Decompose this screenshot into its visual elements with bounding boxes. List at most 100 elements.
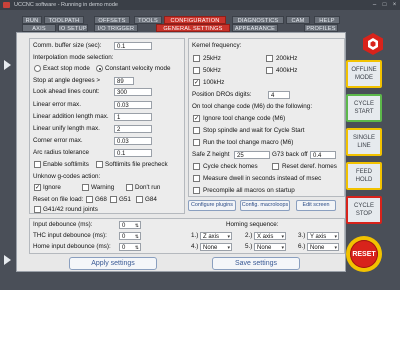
minimize-icon[interactable]: – — [370, 2, 379, 8]
feed-hold-button[interactable]: FEED HOLD — [346, 162, 382, 190]
expand-arrow-icon[interactable] — [4, 60, 11, 70]
configure-plugins-button[interactable]: Configure plugins — [188, 200, 236, 211]
run-macro-checkbox[interactable] — [193, 139, 200, 146]
const-velocity-label: Constant velocity mode — [105, 65, 171, 72]
linear-error-input[interactable]: 0.03 — [114, 101, 152, 109]
apply-settings-button[interactable]: Apply settings — [69, 257, 157, 270]
tab-offsets[interactable]: OFFSETS — [94, 16, 130, 24]
edit-screen-button[interactable]: Edit screen — [296, 200, 336, 211]
arc-tolerance-label: Arc radius tolerance — [33, 149, 89, 156]
home-debounce-stepper[interactable]: 0 ⇅ — [119, 243, 141, 251]
tab-io-trigger[interactable]: I/O TRIGGER — [94, 24, 138, 32]
homing-step-6-value: None — [310, 245, 325, 251]
homing-step-5-select[interactable]: None ▾ — [254, 243, 286, 251]
tab-appearance[interactable]: APPEARANCE — [232, 24, 278, 32]
safe-z-input[interactable]: 25 — [234, 151, 270, 159]
tab-cam[interactable]: CAM — [286, 16, 310, 24]
exact-stop-radio[interactable] — [34, 65, 41, 72]
dont-run-checkbox[interactable] — [126, 184, 133, 191]
single-line-button[interactable]: SINGLE LINE — [346, 128, 382, 156]
tab-io-setup[interactable]: IO SETUP — [58, 24, 88, 32]
g68-label: G68 — [95, 196, 107, 203]
maximize-icon[interactable]: □ — [380, 2, 389, 8]
arc-tolerance-input[interactable]: 0.1 — [114, 149, 152, 157]
input-debounce-stepper[interactable]: 0 ⇅ — [119, 221, 141, 229]
homing-step-4-label: 4.) — [191, 243, 199, 250]
tab-run[interactable]: RUN — [22, 16, 42, 24]
homing-step-1-select[interactable]: Z axis ▾ — [200, 232, 232, 240]
homing-step-2-select[interactable]: X axis ▾ — [254, 232, 286, 240]
homing-step-4-value: None — [203, 245, 218, 251]
chevron-down-icon: ▾ — [227, 245, 230, 251]
spinner-icon: ⇅ — [134, 234, 139, 240]
homing-step-4-select[interactable]: None ▾ — [200, 243, 232, 251]
tab-toolpath[interactable]: TOOLPATH — [44, 16, 84, 24]
tab-tools[interactable]: TOOLS — [134, 16, 162, 24]
homing-step-6-select[interactable]: None ▾ — [307, 243, 339, 251]
homing-step-2-value: X axis — [257, 234, 274, 240]
kernel-50khz-checkbox[interactable] — [193, 67, 200, 74]
reset-deref-homes-checkbox[interactable] — [272, 163, 279, 170]
g73-backoff-input[interactable]: 0.4 — [310, 151, 336, 159]
dont-run-label: Don't run — [135, 184, 161, 191]
stop-angle-input[interactable]: 89 — [114, 77, 134, 85]
ignore-checkbox[interactable]: ✓ — [34, 184, 41, 191]
thc-debounce-stepper[interactable]: 0 ⇅ — [119, 232, 141, 240]
homing-step-1-value: Z axis — [203, 234, 220, 240]
run-macro-label: Run the tool change macro (M6) — [203, 139, 294, 146]
comm-buffer-input[interactable]: 0.1 — [114, 42, 152, 50]
softlimits-precheck-label: Softlimits file precheck — [105, 161, 168, 168]
kernel-100khz-label: 100kHz — [203, 79, 225, 86]
g84-checkbox[interactable] — [136, 196, 143, 203]
cycle-check-homes-checkbox[interactable] — [193, 163, 200, 170]
reset-button-label: RESET — [350, 240, 378, 268]
ignore-tool-change-checkbox[interactable]: ✓ — [193, 115, 200, 122]
measure-dwell-label: Measure dwell in seconds instead of msec — [203, 175, 322, 182]
linear-add-input[interactable]: 1 — [114, 113, 152, 121]
lookahead-input[interactable]: 300 — [114, 88, 152, 96]
kernel-100khz-checkbox[interactable]: ✓ — [193, 79, 200, 86]
brand-logo-icon — [362, 32, 384, 56]
config-macroloops-button[interactable]: Config. macroloops — [240, 200, 290, 211]
expand-arrow-icon[interactable] — [4, 255, 11, 265]
window-title: UCCNC software - Running in demo mode — [14, 2, 118, 8]
reset-button[interactable]: RESET — [346, 236, 382, 272]
g68-checkbox[interactable] — [86, 196, 93, 203]
kernel-25khz-checkbox[interactable] — [193, 55, 200, 62]
corner-error-label: Corner error max. — [33, 137, 83, 144]
chevron-down-icon: ▾ — [334, 234, 337, 240]
homing-step-6-label: 6.) — [298, 243, 306, 250]
tab-diagnostics[interactable]: DIAGNOSTICS — [232, 16, 284, 24]
warning-checkbox[interactable] — [82, 184, 89, 191]
cycle-start-button[interactable]: CYCLE START — [346, 94, 382, 122]
tab-profiles[interactable]: PROFILES — [304, 24, 338, 32]
tab-help[interactable]: HELP — [314, 16, 340, 24]
cycle-check-homes-label: Cycle check homes — [203, 163, 258, 170]
enable-softlimits-checkbox[interactable] — [34, 161, 41, 168]
cycle-stop-button[interactable]: CYCLE STOP — [346, 196, 382, 224]
close-icon[interactable]: × — [390, 2, 399, 8]
const-velocity-radio[interactable] — [96, 65, 103, 72]
tab-axis-setup[interactable]: AXIS SETUP — [22, 24, 56, 40]
chevron-down-icon: ▾ — [281, 234, 284, 240]
kernel-200khz-checkbox[interactable] — [266, 55, 273, 62]
softlimits-precheck-checkbox[interactable] — [96, 161, 103, 168]
safe-z-label: Safe Z height — [192, 151, 230, 158]
g51-checkbox[interactable] — [110, 196, 117, 203]
corner-error-input[interactable]: 0.03 — [114, 137, 152, 145]
linear-unify-input[interactable]: 2 — [114, 125, 152, 133]
g4142-checkbox[interactable] — [34, 206, 41, 213]
tab-configuration[interactable]: CONFIGURATION — [164, 16, 226, 24]
reset-on-load-label: Reset on file load: — [33, 196, 84, 203]
stop-spindle-checkbox[interactable] — [193, 127, 200, 134]
measure-dwell-checkbox[interactable] — [193, 175, 200, 182]
save-settings-button[interactable]: Save settings — [212, 257, 300, 270]
offline-mode-button[interactable]: OFFLINE MODE — [346, 60, 382, 88]
unknow-gcode-label: Unknow g-codes action: — [33, 173, 101, 180]
homing-step-3-select[interactable]: Y axis ▾ — [307, 232, 339, 240]
precompile-macros-checkbox[interactable] — [193, 187, 200, 194]
kernel-400khz-checkbox[interactable] — [266, 67, 273, 74]
spinner-icon: ⇅ — [134, 223, 139, 229]
tab-general-settings[interactable]: GENERAL SETTINGS — [156, 24, 230, 32]
dro-digits-input[interactable]: 4 — [268, 91, 290, 99]
